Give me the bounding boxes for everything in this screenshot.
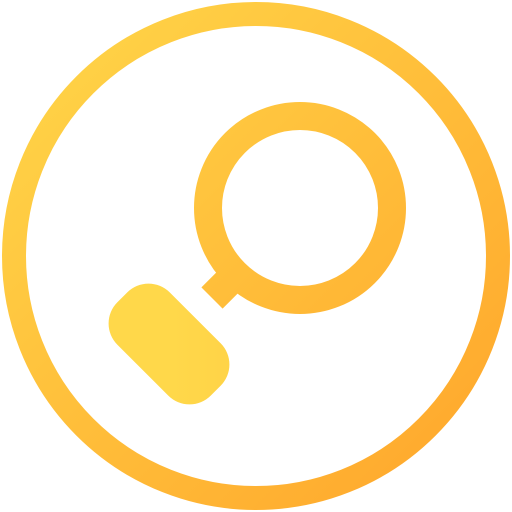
magnifier-neck bbox=[201, 261, 249, 309]
search-icon-container bbox=[0, 0, 512, 512]
outer-ring bbox=[2, 2, 510, 510]
search-icon[interactable] bbox=[0, 0, 512, 512]
